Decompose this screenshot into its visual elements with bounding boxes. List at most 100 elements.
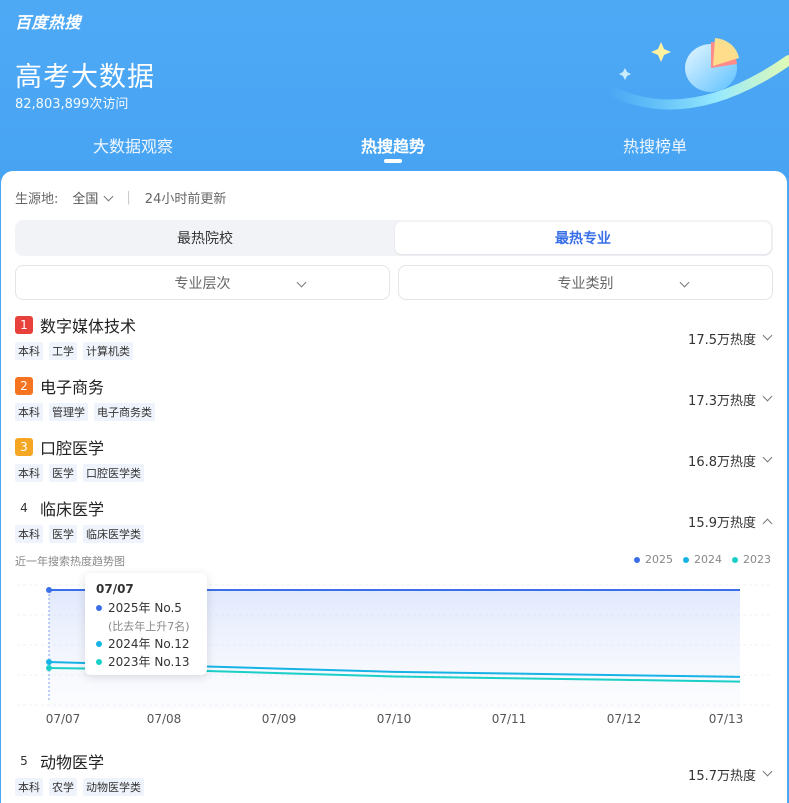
legend-dot bbox=[96, 640, 102, 647]
tooltip-note: (比去年上升7名) bbox=[108, 620, 190, 633]
origin-value: 全国 bbox=[72, 192, 99, 207]
legend-item[interactable]: 2024 bbox=[683, 553, 722, 566]
rank-badge: 2 bbox=[15, 377, 33, 395]
heat-toggle[interactable]: 16.8万热度 bbox=[688, 451, 773, 470]
tooltip-text: 2024年 No.12 bbox=[108, 637, 190, 651]
tooltip-text: 2023年 No.13 bbox=[108, 655, 190, 669]
series-2023-point bbox=[46, 665, 52, 671]
tag: 医学 bbox=[49, 464, 77, 482]
major-name[interactable]: 数字媒体技术 bbox=[40, 313, 136, 337]
heat-toggle[interactable]: 17.5万热度 bbox=[688, 329, 773, 348]
content-card: 生源地: 全国 | 24小时前更新 最热院校 最热专业 专业层次 专业类别 1 … bbox=[1, 171, 787, 803]
x-tick-label: 07/10 bbox=[377, 712, 412, 726]
hottest-schools-button[interactable]: 最热院校 bbox=[17, 222, 393, 254]
x-tick-label: 07/09 bbox=[262, 712, 297, 726]
legend-label: 2025 bbox=[645, 553, 673, 566]
chevron-down-icon bbox=[762, 766, 773, 777]
major-name[interactable]: 电子商务 bbox=[40, 374, 104, 398]
chevron-down-icon bbox=[762, 330, 773, 341]
list-item[interactable]: 4 临床医学 本科 医学 临床医学类 15.9万热度 bbox=[1, 496, 787, 554]
tooltip-row-2023: 2023年 No.13 bbox=[96, 653, 190, 670]
chevron-down-icon bbox=[679, 277, 690, 288]
heat-toggle[interactable]: 15.7万热度 bbox=[688, 765, 773, 784]
tag-list: 本科 管理学 电子商务类 bbox=[15, 403, 155, 421]
rank-badge: 5 bbox=[20, 754, 28, 768]
heat-toggle[interactable]: 17.3万热度 bbox=[688, 390, 773, 409]
list-item[interactable]: 1 数字媒体技术 本科 工学 计算机类 17.5万热度 bbox=[1, 313, 787, 371]
series-2025-point bbox=[46, 587, 52, 593]
tab-hot-ranking[interactable]: 热搜榜单 bbox=[623, 133, 687, 157]
major-name[interactable]: 动物医学 bbox=[40, 749, 104, 773]
chevron-down-icon bbox=[762, 391, 773, 402]
tab-hot-trends[interactable]: 热搜趋势 bbox=[361, 133, 425, 157]
pie-chart-illustration bbox=[604, 38, 789, 110]
x-tick-label: 07/08 bbox=[147, 712, 182, 726]
tag: 本科 bbox=[15, 464, 43, 482]
brand-logo[interactable]: 百度热搜 bbox=[15, 9, 81, 33]
heat-toggle[interactable]: 15.9万热度 bbox=[688, 512, 773, 531]
series-2024-point bbox=[46, 659, 52, 665]
x-tick-label: 07/11 bbox=[492, 712, 527, 726]
tag: 本科 bbox=[15, 342, 43, 360]
tag: 口腔医学类 bbox=[83, 464, 144, 482]
chart-title: 近一年搜索热度趋势图 bbox=[15, 555, 125, 568]
heat-value: 17.5万热度 bbox=[688, 333, 756, 348]
legend-item[interactable]: 2023 bbox=[732, 553, 771, 566]
legend-label: 2023 bbox=[743, 553, 771, 566]
tab-big-data-observation[interactable]: 大数据观察 bbox=[93, 133, 173, 157]
chevron-down-icon bbox=[103, 191, 114, 202]
rank-badge: 1 bbox=[15, 316, 33, 334]
x-tick-label: 07/12 bbox=[607, 712, 642, 726]
list-item[interactable]: 3 口腔医学 本科 医学 口腔医学类 16.8万热度 bbox=[1, 435, 787, 493]
tag-list: 本科 医学 口腔医学类 bbox=[15, 464, 144, 482]
legend-item[interactable]: 2025 bbox=[634, 553, 673, 566]
page-title: 高考大数据 bbox=[15, 62, 155, 93]
tag: 本科 bbox=[15, 403, 43, 421]
tooltip-row-2025: 2025年 No.5 bbox=[96, 599, 182, 616]
major-name[interactable]: 临床医学 bbox=[40, 496, 104, 520]
origin-select[interactable]: 全国 bbox=[72, 188, 114, 207]
major-level-label: 专业层次 bbox=[174, 275, 231, 292]
tag: 工学 bbox=[49, 342, 77, 360]
chevron-down-icon bbox=[762, 452, 773, 463]
chart-tooltip: 07/07 2025年 No.5 (比去年上升7名) 2024年 No.12 2… bbox=[85, 573, 207, 675]
list-item[interactable]: 2 电子商务 本科 管理学 电子商务类 17.3万热度 bbox=[1, 374, 787, 432]
tag: 农学 bbox=[49, 778, 77, 796]
divider: | bbox=[126, 190, 131, 205]
heat-value: 17.3万热度 bbox=[688, 394, 756, 409]
legend-label: 2024 bbox=[694, 553, 722, 566]
legend-dot bbox=[634, 556, 640, 563]
trend-chart: 07/07 07/08 07/09 07/10 07/11 07/12 07/13 近一年搜… bbox=[1, 547, 787, 733]
hottest-majors-button[interactable]: 最热专业 bbox=[395, 222, 771, 254]
legend-dot bbox=[96, 604, 102, 611]
tooltip-text: 2025年 No.5 bbox=[108, 601, 182, 615]
tag: 本科 bbox=[15, 525, 43, 543]
legend-dot bbox=[732, 556, 738, 563]
tag: 电子商务类 bbox=[94, 403, 155, 421]
tag: 临床医学类 bbox=[83, 525, 144, 543]
major-level-dropdown[interactable]: 专业层次 bbox=[15, 265, 390, 300]
ranking-type-switch: 最热院校 最热专业 bbox=[15, 220, 773, 256]
tag-list: 本科 农学 动物医学类 bbox=[15, 778, 144, 796]
legend-dot bbox=[96, 658, 102, 665]
list-item[interactable]: 5 动物医学 本科 农学 动物医学类 15.7万热度 bbox=[1, 749, 787, 803]
tag: 医学 bbox=[49, 525, 77, 543]
major-name[interactable]: 口腔医学 bbox=[40, 435, 104, 459]
chevron-up-icon bbox=[762, 518, 773, 529]
x-tick-label: 07/13 bbox=[709, 712, 744, 726]
chevron-down-icon bbox=[296, 277, 307, 288]
tag-list: 本科 医学 临床医学类 bbox=[15, 525, 144, 543]
tooltip-row-2024: 2024年 No.12 bbox=[96, 635, 190, 652]
heat-value: 15.9万热度 bbox=[688, 516, 756, 531]
major-category-label: 专业类别 bbox=[557, 275, 614, 292]
major-category-dropdown[interactable]: 专业类别 bbox=[398, 265, 773, 300]
heat-value: 16.8万热度 bbox=[688, 455, 756, 470]
heat-value: 15.7万热度 bbox=[688, 769, 756, 784]
tag-list: 本科 工学 计算机类 bbox=[15, 342, 133, 360]
rank-badge: 4 bbox=[20, 501, 28, 515]
visit-count: 82,803,899次访问 bbox=[15, 97, 129, 112]
tag: 计算机类 bbox=[83, 342, 133, 360]
main-tabs: 大数据观察 热搜趋势 热搜榜单 bbox=[0, 133, 789, 161]
active-tab-indicator bbox=[384, 159, 402, 163]
tag: 本科 bbox=[15, 778, 43, 796]
